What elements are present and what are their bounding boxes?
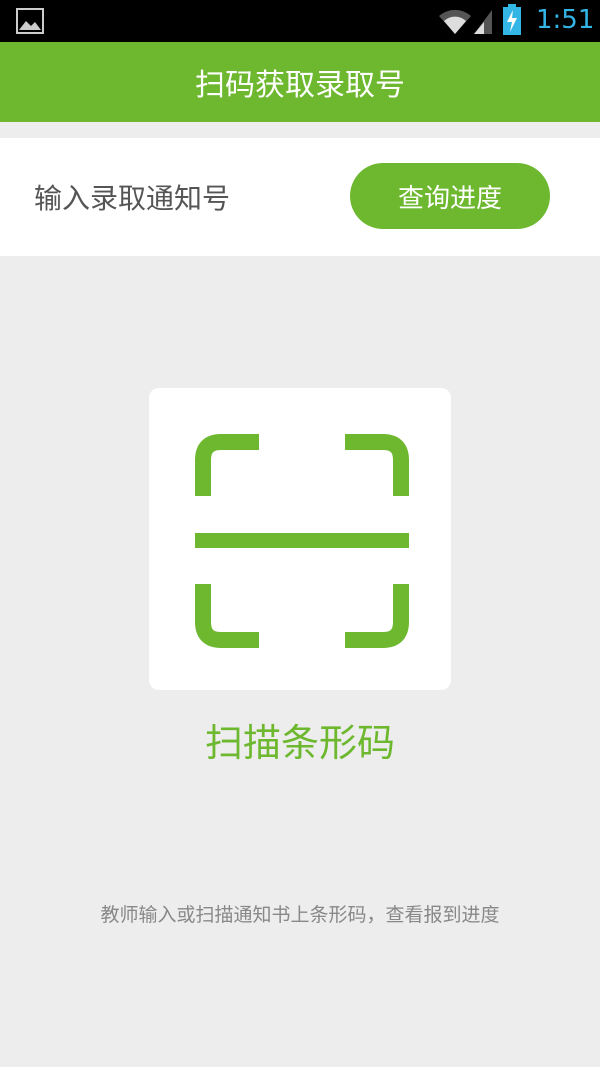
status-time: 1:51 — [536, 5, 595, 35]
hint-text: 教师输入或扫描通知书上条形码，查看报到进度 — [100, 904, 500, 926]
image-icon — [16, 8, 44, 34]
status-bar: 1:51 — [0, 0, 600, 42]
page-title: 扫码获取录取号 — [195, 68, 405, 103]
barcode-scan-icon — [195, 434, 409, 648]
query-progress-button[interactable]: 查询进度 — [350, 163, 550, 229]
admission-number-input[interactable] — [34, 178, 334, 218]
battery-charging-icon — [503, 4, 521, 35]
signal-icon — [474, 10, 492, 34]
wifi-icon — [439, 9, 471, 34]
scan-barcode-label[interactable]: 扫描条形码 — [0, 712, 600, 767]
scan-barcode-button[interactable] — [149, 388, 451, 690]
app-bar: 扫码获取录取号 — [0, 42, 600, 122]
query-row: 查询进度 — [0, 138, 600, 256]
